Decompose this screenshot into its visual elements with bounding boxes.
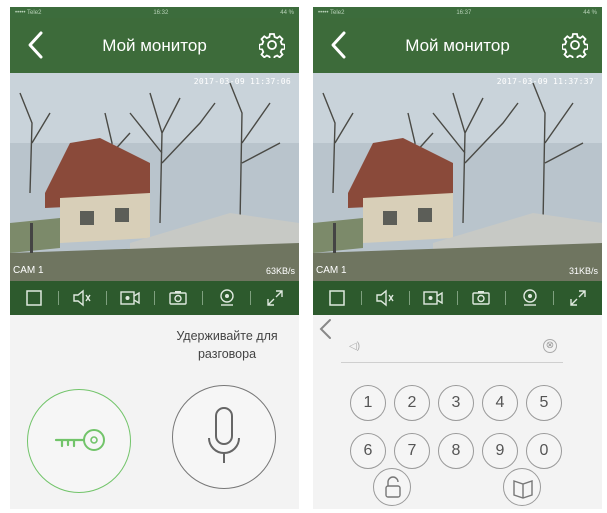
key-icon	[54, 429, 105, 451]
video-toolbar	[10, 281, 299, 315]
camera-feed[interactable]: 2017-03-09 11:37:37 CAM 1 31KB/s	[313, 73, 602, 281]
video-timestamp: 2017-03-09 11:37:06	[193, 77, 291, 86]
carrier-label: ••••• Tele2	[318, 9, 345, 16]
header-bar: Мой монитор	[313, 18, 602, 73]
page-title: Мой монитор	[102, 35, 207, 55]
divider	[201, 291, 203, 305]
record-icon[interactable]	[117, 285, 143, 311]
divider	[504, 291, 506, 305]
key-9[interactable]: 9	[482, 433, 518, 469]
status-bar: ••••• Tele2 16:37 44 %	[313, 7, 602, 18]
pin-input[interactable]: ◁) ⊗	[341, 335, 563, 363]
key-3[interactable]: 3	[438, 385, 474, 421]
status-bar: ••••• Tele2 16:32 44 %	[10, 7, 299, 18]
back-icon[interactable]	[24, 30, 48, 60]
mute-icon[interactable]	[69, 285, 95, 311]
playback-icon[interactable]	[214, 285, 240, 311]
gear-icon[interactable]	[259, 32, 285, 58]
key-4[interactable]: 4	[482, 385, 518, 421]
key-8[interactable]: 8	[438, 433, 474, 469]
speaker-icon: ◁)	[349, 341, 361, 352]
talk-button[interactable]	[172, 385, 276, 489]
camera-image	[10, 73, 299, 281]
camera-feed[interactable]: 2017-03-09 11:37:06 CAM 1 63KB/s	[10, 73, 299, 281]
clock-label: 16:32	[153, 9, 169, 16]
bitrate-label: 31KB/s	[568, 266, 598, 276]
back-icon[interactable]	[327, 30, 351, 60]
clear-icon[interactable]: ⊗	[543, 339, 557, 353]
book-icon	[513, 480, 533, 499]
screen-talk: ••••• Tele2 16:32 44 % Мой монитор 2017-…	[10, 7, 299, 509]
key-7[interactable]: 7	[394, 433, 430, 469]
expand-icon[interactable]	[565, 285, 591, 311]
clock-label: 16:37	[456, 9, 472, 16]
key-2[interactable]: 2	[394, 385, 430, 421]
header-bar: Мой монитор	[10, 18, 299, 73]
address-book-button[interactable]	[503, 468, 541, 506]
key-6[interactable]: 6	[350, 433, 386, 469]
divider	[153, 291, 155, 305]
divider	[57, 291, 59, 305]
page-title: Мой монитор	[405, 35, 510, 55]
unlock-key-button[interactable]	[27, 389, 131, 493]
divider	[105, 291, 107, 305]
carrier-label: ••••• Tele2	[15, 9, 42, 16]
key-5[interactable]: 5	[526, 385, 562, 421]
camera-label: CAM 1	[13, 265, 44, 276]
key-0[interactable]: 0	[526, 433, 562, 469]
fullscreen-square-icon[interactable]	[21, 285, 47, 311]
keypad: 1 2 3 4 5 6 7 8 9 0	[350, 385, 570, 469]
snapshot-icon[interactable]	[468, 285, 494, 311]
battery-label: 44 %	[583, 9, 597, 16]
playback-icon[interactable]	[517, 285, 543, 311]
bitrate-label: 63KB/s	[265, 266, 295, 276]
collapse-back-icon[interactable]	[317, 317, 335, 341]
camera-image	[313, 73, 602, 281]
video-timestamp: 2017-03-09 11:37:37	[496, 77, 594, 86]
divider	[408, 291, 410, 305]
screen-unlock: ••••• Tele2 16:37 44 % Мой монитор 2017-…	[313, 7, 602, 509]
divider	[360, 291, 362, 305]
snapshot-icon[interactable]	[165, 285, 191, 311]
camera-label: CAM 1	[316, 265, 347, 276]
talk-panel: Удерживайте для разговора	[10, 315, 299, 509]
video-toolbar	[313, 281, 602, 315]
key-1[interactable]: 1	[350, 385, 386, 421]
divider	[553, 291, 555, 305]
padlock-icon	[385, 476, 401, 498]
gear-icon[interactable]	[562, 32, 588, 58]
fullscreen-square-icon[interactable]	[324, 285, 350, 311]
unlock-panel: ◁) ⊗ 1 2 3 4 5 6 7 8 9 0	[313, 315, 602, 509]
unlock-button[interactable]	[373, 468, 411, 506]
battery-label: 44 %	[280, 9, 294, 16]
divider	[250, 291, 252, 305]
microphone-icon	[208, 407, 240, 463]
record-icon[interactable]	[420, 285, 446, 311]
hold-to-talk-hint: Удерживайте для разговора	[176, 329, 278, 361]
expand-icon[interactable]	[262, 285, 288, 311]
mute-icon[interactable]	[372, 285, 398, 311]
divider	[456, 291, 458, 305]
